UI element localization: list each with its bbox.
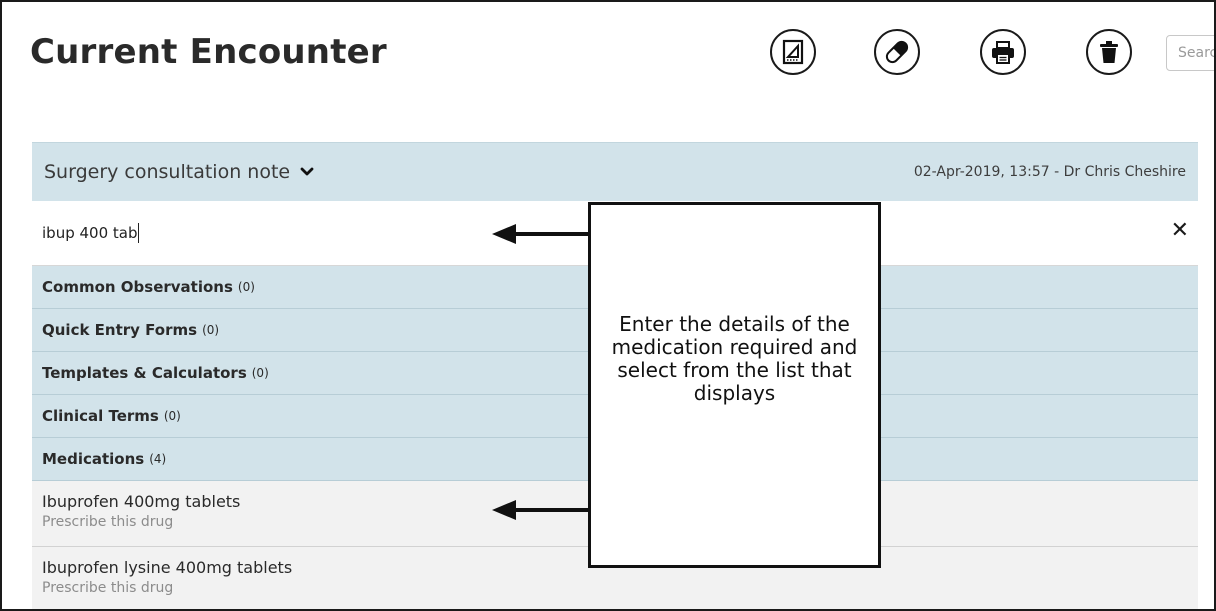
arrow-to-medication-result xyxy=(492,500,588,520)
screenshot-frame: Current Encounter Searc xyxy=(0,0,1216,611)
arrow-to-search-field xyxy=(492,224,588,244)
annotation-arrows xyxy=(492,224,588,520)
